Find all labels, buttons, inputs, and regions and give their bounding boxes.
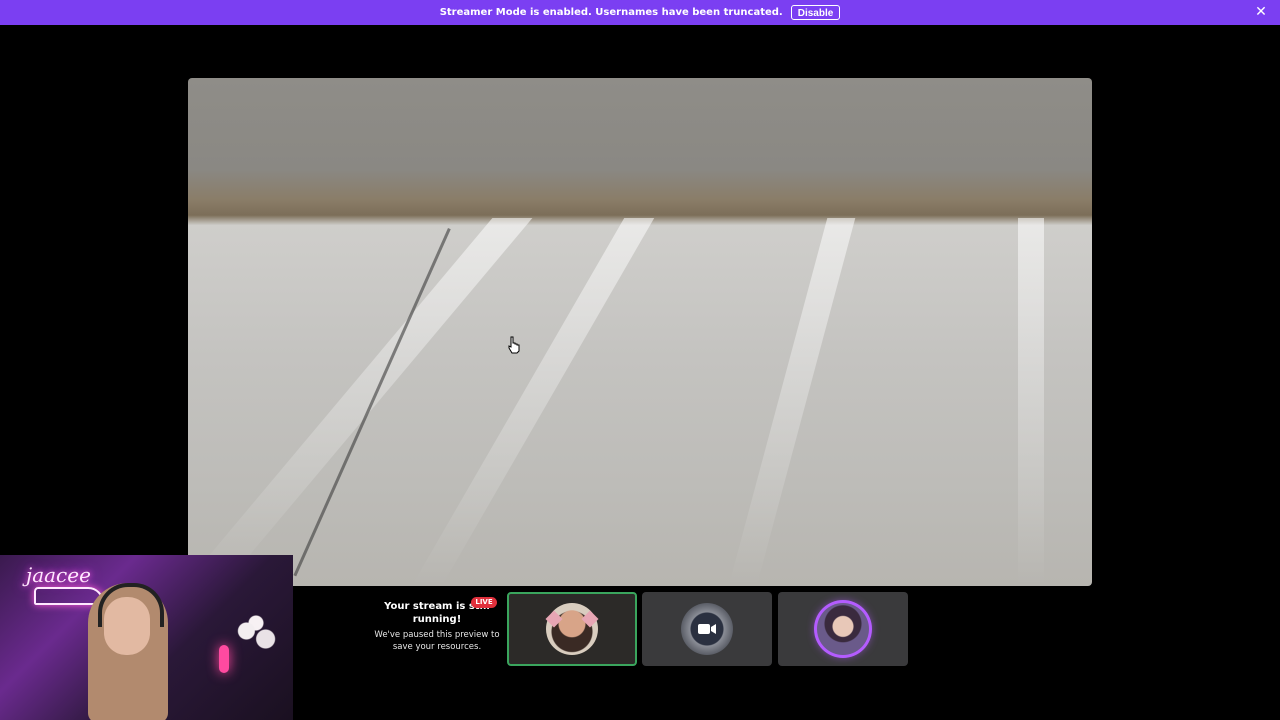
- close-icon[interactable]: ✕: [1254, 4, 1268, 20]
- live-badge: LIVE: [471, 597, 497, 608]
- video-camera-icon: [698, 624, 716, 634]
- participant-tile[interactable]: [778, 592, 908, 666]
- lava-lamp: [219, 645, 229, 673]
- participant-tile[interactable]: [642, 592, 772, 666]
- avatar: [817, 603, 869, 655]
- disable-button[interactable]: Disable: [790, 5, 841, 20]
- participant-tile[interactable]: [507, 592, 637, 666]
- avatar: [681, 603, 733, 655]
- floor-seam: [293, 228, 451, 577]
- glare-stripe: [188, 218, 533, 586]
- headset-icon: [98, 583, 164, 627]
- glare-stripe: [728, 218, 856, 586]
- cat-ear-icon: [545, 610, 563, 628]
- stream-paused-notice: Your stream is still running! We've paus…: [374, 600, 500, 664]
- hand-cursor-icon: [508, 336, 520, 354]
- stream-video[interactable]: [188, 78, 1092, 586]
- banner-message: Streamer Mode is enabled. Usernames have…: [439, 7, 783, 18]
- paused-description: We've paused this preview to save your r…: [374, 630, 500, 652]
- neon-sign: jaacee: [26, 563, 91, 587]
- stream-viewer: Streamer Mode is enabled. Usernames have…: [0, 0, 1280, 720]
- glare-stripe: [1018, 218, 1044, 586]
- flowers: [232, 615, 280, 655]
- streamer-mode-banner: Streamer Mode is enabled. Usernames have…: [0, 0, 1280, 25]
- cat-ear-icon: [581, 610, 599, 628]
- avatar: [545, 603, 599, 655]
- webcam-overlay: jaacee: [0, 555, 293, 720]
